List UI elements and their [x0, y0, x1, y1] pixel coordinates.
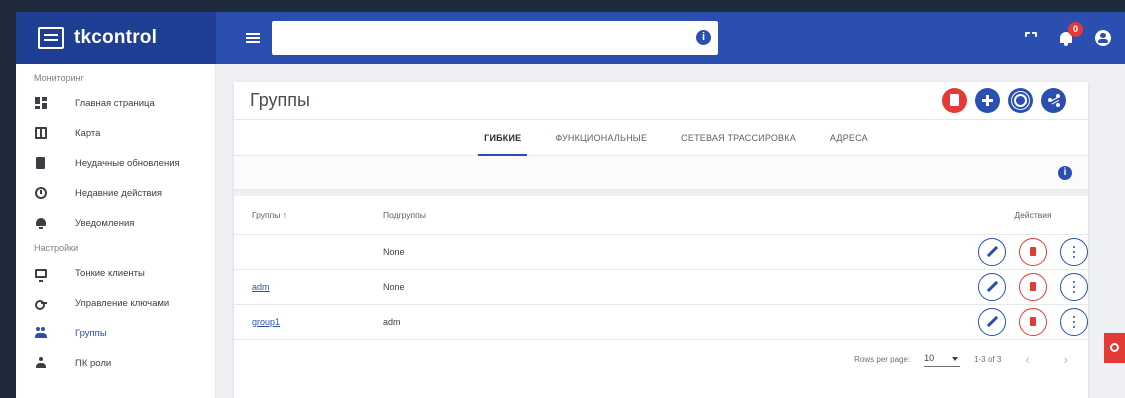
column-header-groups[interactable]: Группы ↑	[234, 196, 383, 235]
next-page-icon[interactable]: ›	[1054, 352, 1078, 367]
actions-cell	[918, 304, 1088, 340]
sidebar-section-settings: Настройки	[34, 243, 79, 253]
tab-addresses[interactable]: АДРЕСА	[824, 120, 874, 155]
sidebar-item-pc-roles[interactable]: ПК роли	[16, 348, 215, 378]
sidebar-item-recent-actions[interactable]: Недавние действия	[16, 178, 215, 208]
sidebar-item-label: Управление ключами	[75, 297, 170, 309]
app-name: tkcontrol	[74, 27, 158, 48]
subgroup-cell: None	[382, 269, 918, 305]
delete-icon[interactable]	[1019, 237, 1047, 266]
sidebar-item-label: Недавние действия	[75, 187, 163, 199]
edit-icon[interactable]	[978, 237, 1006, 266]
dashboard-icon	[35, 97, 47, 109]
card-actions	[942, 88, 1066, 113]
history-icon	[35, 187, 47, 199]
notification-count-badge: 0	[1068, 22, 1083, 37]
sidebar-section-monitoring: Мониторинг	[34, 73, 84, 83]
map-icon	[35, 127, 47, 139]
header-actions: 0	[1025, 12, 1111, 64]
sidebar-item-thin-clients[interactable]: Тонкие клиенты	[16, 258, 215, 288]
subgroup-cell: None	[382, 234, 918, 270]
table-row: group1 adm	[234, 304, 1088, 340]
person-icon	[35, 357, 47, 369]
actions-cell	[918, 269, 1088, 305]
rows-per-page-label: Rows per page:	[854, 355, 911, 364]
column-header-label: Действия	[1014, 209, 1052, 220]
sidebar-item-label: Тонкие клиенты	[75, 267, 145, 279]
table-row: adm None	[234, 269, 1088, 305]
search-info-icon[interactable]: i	[696, 30, 711, 45]
sidebar-item-groups[interactable]: Группы	[16, 318, 215, 348]
settings-panel-toggle-icon[interactable]	[1104, 333, 1125, 363]
column-header-actions: Действия	[918, 196, 1088, 235]
pagination-range: 1-3 of 3	[974, 355, 1002, 364]
sidebar-item-notifications[interactable]: Уведомления	[16, 208, 215, 238]
groups-card: Группы ГИБКИЕ ФУНКЦИОНАЛЬНЫЕ СЕТЕВАЯ ТРА…	[234, 82, 1088, 398]
search-input[interactable]	[272, 21, 718, 55]
sidebar-item-map[interactable]: Карта	[16, 118, 215, 148]
sidebar-item-home[interactable]: Главная страница	[16, 88, 215, 118]
bell-icon	[35, 217, 47, 229]
group-cell: adm	[234, 269, 383, 305]
sidebar-item-label: Карта	[75, 127, 101, 139]
file-icon	[36, 157, 45, 169]
groups-table: Группы ↑ Подгруппы Действия None adm Non…	[234, 196, 1088, 340]
sidebar-item-label: Уведомления	[75, 217, 135, 229]
sidebar-item-label: Группы	[75, 327, 107, 339]
delete-icon[interactable]	[942, 88, 967, 113]
more-vertical-icon[interactable]	[1060, 237, 1088, 266]
group-cell: group1	[234, 304, 383, 340]
sidebar-item-label: ПК роли	[75, 357, 112, 369]
people-icon	[35, 327, 47, 339]
tab-functional[interactable]: ФУНКЦИОНАЛЬНЫЕ	[549, 120, 653, 155]
card-header: Группы	[234, 82, 1088, 120]
sort-arrow-icon: ↑	[282, 209, 287, 220]
previous-page-icon[interactable]: ‹	[1015, 352, 1039, 367]
sidebar-item-failed-updates[interactable]: Неудачные обновления	[16, 148, 215, 178]
column-header-label: Группы	[252, 209, 281, 220]
tab-flexible[interactable]: ГИБКИЕ	[478, 120, 528, 156]
tab-network-tracing[interactable]: СЕТЕВАЯ ТРАССИРОВКА	[675, 120, 802, 155]
delete-icon[interactable]	[1019, 307, 1047, 336]
table-row: None	[234, 234, 1088, 270]
app-window: tkcontrol 0 i Мониторинг Главная страниц…	[16, 12, 1125, 398]
sidebar: Мониторинг Главная страница Карта Неудач…	[16, 64, 216, 398]
group-link[interactable]: adm	[252, 282, 270, 292]
brand[interactable]: tkcontrol	[16, 12, 216, 64]
rows-per-page-select[interactable]: 10	[924, 353, 961, 367]
column-header-subgroups: Подгруппы	[382, 196, 918, 235]
pagination: Rows per page: 10 1-3 of 3 ‹ ›	[234, 340, 1088, 380]
add-icon[interactable]	[975, 88, 1000, 113]
group-link[interactable]: group1	[252, 317, 280, 327]
monitor-icon	[35, 268, 47, 282]
subgroup-cell: adm	[382, 304, 918, 340]
filter-bar: i	[234, 156, 1088, 190]
monitor-logo-icon	[38, 27, 64, 49]
group-cell	[234, 234, 383, 270]
info-icon[interactable]: i	[1058, 166, 1072, 180]
key-icon	[35, 297, 47, 310]
table-header-row: Группы ↑ Подгруппы Действия	[234, 196, 1088, 235]
account-icon[interactable]	[1095, 30, 1111, 46]
sidebar-item-key-management[interactable]: Управление ключами	[16, 288, 215, 318]
delete-icon[interactable]	[1019, 272, 1047, 301]
edit-icon[interactable]	[978, 272, 1006, 301]
sidebar-item-label: Главная страница	[75, 97, 155, 109]
page-title: Группы	[250, 90, 310, 110]
settings-gear-icon[interactable]	[1008, 88, 1033, 113]
notifications-bell-icon[interactable]: 0	[1059, 22, 1083, 46]
tab-bar: ГИБКИЕ ФУНКЦИОНАЛЬНЫЕ СЕТЕВАЯ ТРАССИРОВК…	[234, 120, 1088, 156]
top-bar: tkcontrol 0	[16, 12, 1125, 64]
edit-icon[interactable]	[978, 307, 1006, 336]
sidebar-item-label: Неудачные обновления	[75, 157, 180, 169]
fullscreen-icon[interactable]	[1025, 32, 1037, 44]
more-vertical-icon[interactable]	[1060, 272, 1088, 301]
share-icon[interactable]	[1041, 88, 1066, 113]
more-vertical-icon[interactable]	[1060, 307, 1088, 336]
actions-cell	[918, 234, 1088, 270]
menu-icon[interactable]	[246, 32, 260, 44]
